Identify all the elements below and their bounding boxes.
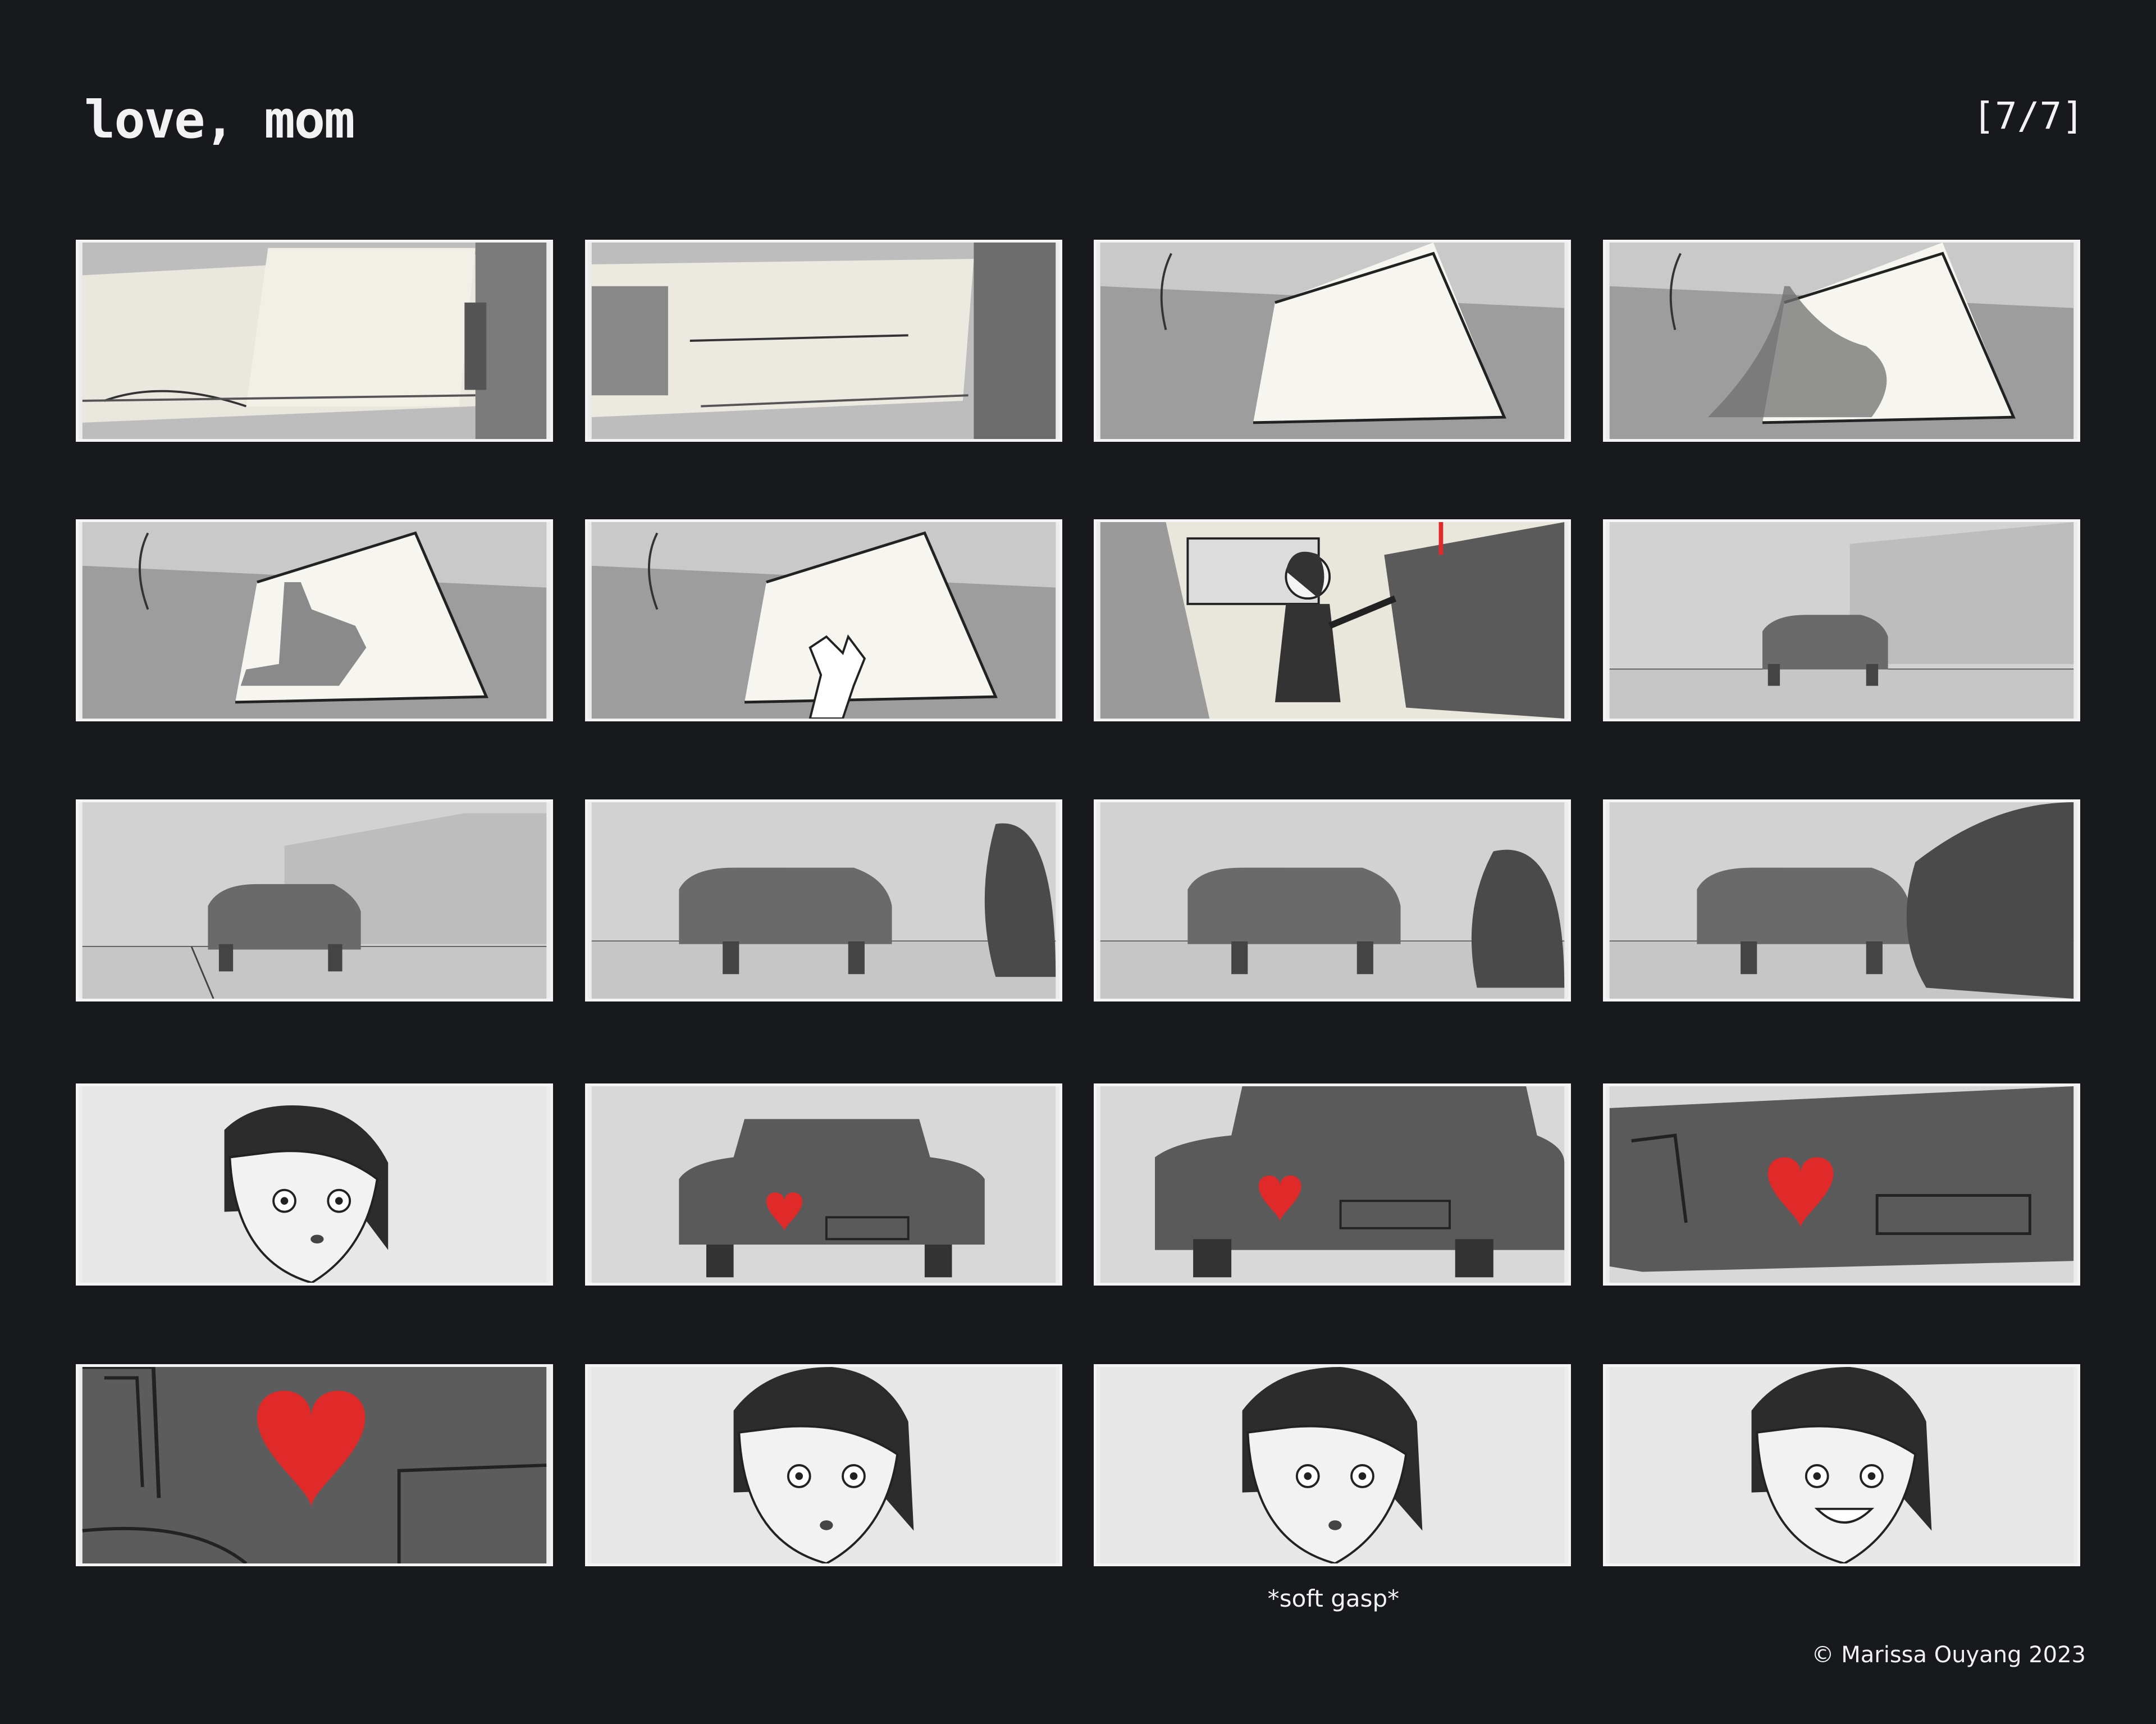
storyboard-panel-6 [585, 519, 1062, 721]
storyboard-panel-3 [1094, 240, 1571, 442]
storyboard-panel-1 [76, 240, 553, 442]
panel-caption: *soft gasp* [1267, 1585, 1400, 1612]
storyboard-panel-9 [76, 799, 553, 1002]
storyboard-panel-8 [1603, 519, 2080, 721]
storyboard-panel-20 [1603, 1364, 2080, 1566]
storyboard-panel-16 [1603, 1083, 2080, 1286]
storyboard-panel-5 [76, 519, 553, 721]
storyboard-panel-4 [1603, 240, 2080, 442]
storyboard-panel-13 [76, 1083, 553, 1286]
storyboard-panel-18 [585, 1364, 1062, 1566]
copyright: © Marissa Ouyang 2023 [1811, 1642, 2086, 1668]
storyboard-panel-11 [1094, 799, 1571, 1002]
storyboard-panel-14 [585, 1083, 1062, 1286]
storyboard-panel-2 [585, 240, 1062, 442]
storyboard-panel-7 [1094, 519, 1571, 721]
storyboard-panel-12 [1603, 799, 2080, 1002]
storyboard-panel-17 [76, 1364, 553, 1566]
page-title: love, mom [84, 90, 355, 150]
storyboard-panel-15 [1094, 1083, 1571, 1286]
page-indicator: [7/7] [1972, 94, 2084, 138]
storyboard-panel-19 [1094, 1364, 1571, 1566]
storyboard-panel-10 [585, 799, 1062, 1002]
